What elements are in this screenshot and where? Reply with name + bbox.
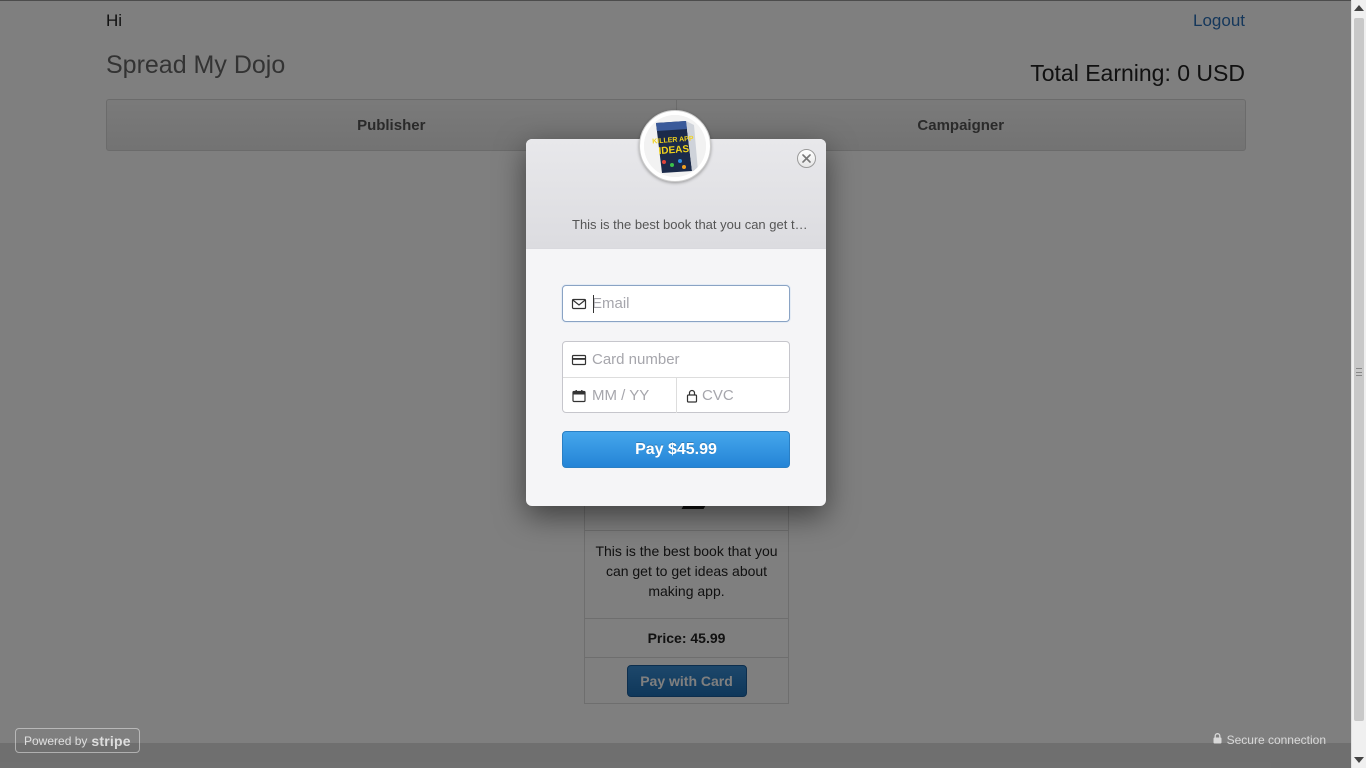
stripe-wordmark: stripe (91, 732, 131, 749)
scroll-up-arrow-icon[interactable] (1354, 5, 1364, 11)
secure-connection: Secure connection (1213, 733, 1326, 747)
close-icon (802, 150, 811, 168)
scrollbar-grip-icon (1356, 368, 1362, 376)
checkout-modal: KILLER APP IDEAS This is the best book t… (526, 110, 826, 506)
email-input[interactable] (592, 286, 782, 321)
pay-button[interactable]: Pay $45.99 (562, 431, 790, 468)
mail-icon (571, 296, 587, 312)
card-number-field[interactable] (563, 342, 789, 378)
lock-icon (1213, 733, 1222, 747)
secure-connection-label: Secure connection (1226, 733, 1326, 747)
expiry-input[interactable] (592, 378, 672, 413)
merchant-logo: KILLER APP IDEAS (639, 110, 711, 182)
cvc-input[interactable] (702, 378, 782, 413)
card-number-input[interactable] (592, 342, 742, 377)
powered-by-label: Powered by (24, 733, 88, 748)
credit-card-icon (571, 352, 587, 368)
card-details-group (562, 341, 790, 413)
vertical-scrollbar[interactable] (1351, 0, 1366, 768)
checkout-description: This is the best book that you can get t… (572, 217, 812, 232)
cvc-field[interactable] (677, 378, 789, 413)
powered-by-stripe-badge[interactable]: Powered by stripe (15, 728, 140, 753)
scroll-down-arrow-icon[interactable] (1354, 757, 1364, 763)
lock-icon (684, 388, 700, 404)
email-field[interactable] (562, 285, 790, 322)
close-button[interactable] (797, 149, 816, 168)
calendar-icon (571, 388, 587, 404)
checkout-header: KILLER APP IDEAS This is the best book t… (526, 110, 826, 249)
logo-line-2: IDEAS (658, 144, 690, 157)
text-caret (593, 295, 594, 313)
overlay-footer-bar (0, 743, 1351, 768)
expiry-field[interactable] (563, 378, 677, 413)
